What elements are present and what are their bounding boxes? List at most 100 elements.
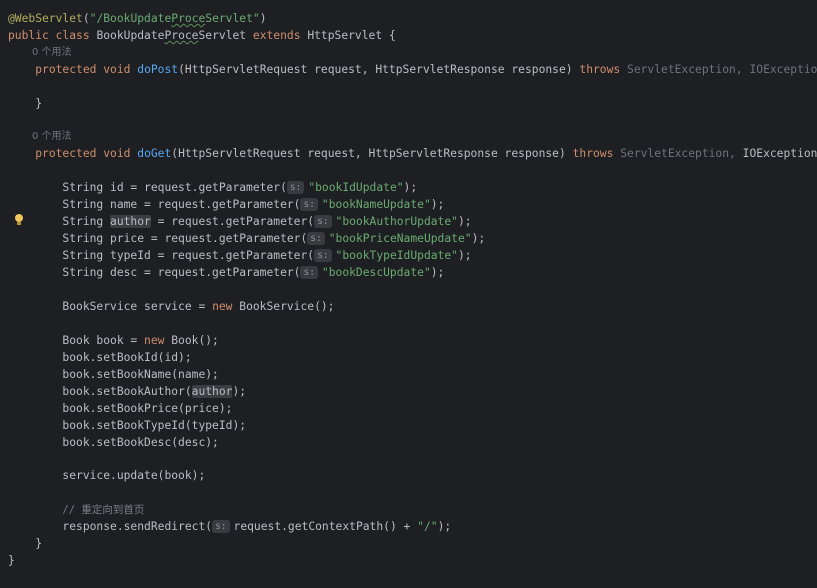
code-text: ); — [430, 266, 445, 279]
code-line-doget: protected void doGet(HttpServletRequest … — [8, 145, 817, 162]
code-line-set-price: book.setBookPrice(price); — [8, 400, 232, 417]
keyword-class: class — [55, 29, 90, 42]
keyword-throws: throws — [572, 147, 614, 160]
param-name-hint: s: — [314, 215, 332, 228]
code-line-set-typeid: book.setBookTypeId(typeId); — [8, 417, 246, 434]
method-params: (HttpServletRequest request, HttpServlet… — [171, 147, 566, 160]
code-text: service.update(book); — [62, 469, 206, 482]
code-line-param-author: String author = request.getParameter(s: "… — [8, 213, 472, 230]
method-name-dopost: doPost — [137, 63, 179, 76]
keyword-public: public — [8, 29, 49, 42]
code-text: book.setBookId(id); — [62, 351, 192, 364]
code-text: String price = request.getParameter( — [62, 232, 308, 245]
code-line-set-id: book.setBookId(id); — [8, 349, 192, 366]
code-text: = request.getParameter( — [150, 215, 315, 228]
code-line-param-price: String price = request.getParameter(s: "b… — [8, 230, 485, 247]
paren-token: ) — [259, 12, 267, 25]
code-text: book.setBookPrice(price); — [62, 402, 233, 415]
code-line-param-desc: String desc = request.getParameter(s: "bo… — [8, 264, 444, 281]
comment-token: // 重定向到首页 — [62, 504, 145, 516]
string-token: "bookDescUpdate" — [321, 266, 431, 279]
code-text: book.setBookAuthor( — [62, 385, 192, 398]
string-token: "/" — [417, 520, 438, 533]
typo-string-token: Proce — [171, 12, 206, 25]
code-line-class-close: } — [8, 552, 15, 569]
exception-type: ServletException — [620, 147, 730, 160]
code-line-param-typeid: String typeId = request.getParameter(s: "… — [8, 247, 472, 264]
code-text: BookService service = — [62, 300, 213, 313]
code-line-book-new: Book book = new Book(); — [8, 332, 219, 349]
usages-hint-dopost[interactable]: 0 个用法 — [32, 44, 72, 61]
string-token: "bookNameUpdate" — [321, 198, 431, 211]
comma-token: , — [735, 63, 743, 76]
string-token: "bookTypeIdUpdate" — [335, 249, 458, 262]
string-token: Servlet" — [205, 12, 260, 25]
code-text: ); — [471, 232, 486, 245]
method-name-doget: doGet — [137, 147, 172, 160]
code-text: String typeId = request.getParameter( — [62, 249, 315, 262]
code-text: ); — [457, 249, 472, 262]
code-line-service: BookService service = new BookService(); — [8, 298, 335, 315]
highlighted-variable-author: author — [110, 215, 151, 228]
code-line-set-name: book.setBookName(name); — [8, 366, 219, 383]
code-line-comment: // 重定向到首页 — [8, 501, 144, 518]
code-text: String name = request.getParameter( — [62, 198, 301, 211]
param-name-hint: s: — [286, 181, 305, 194]
class-name: BookUpdate — [96, 29, 165, 42]
string-token: "bookIdUpdate" — [308, 181, 404, 194]
code-line-method-close: } — [8, 535, 42, 552]
string-token: "bookAuthorUpdate" — [335, 215, 458, 228]
code-text: Book(); — [164, 334, 219, 347]
exception-type: ServletException — [627, 63, 736, 76]
keyword-protected: protected — [35, 147, 97, 160]
code-text: request.getContextPath() + — [233, 520, 418, 533]
code-text: ); — [437, 520, 452, 533]
code-text: book.setBookName(name); — [62, 368, 219, 381]
code-line-set-desc: book.setBookDesc(desc); — [8, 434, 218, 451]
keyword-new: new — [144, 334, 165, 347]
code-line-dopost-close: } — [8, 95, 42, 112]
method-params: (HttpServletRequest request, HttpServlet… — [178, 63, 573, 76]
code-text: BookService(); — [232, 300, 335, 313]
param-name-hint: s: — [307, 232, 325, 245]
code-text: ); — [232, 385, 247, 398]
code-line-update: service.update(book); — [8, 467, 205, 484]
keyword-void: void — [103, 147, 131, 160]
annotation-token: @WebServlet — [8, 12, 83, 25]
keyword-new: new — [212, 300, 233, 313]
string-token: "/BookUpdate — [89, 12, 172, 25]
highlighted-variable-author: author — [191, 385, 233, 398]
param-name-hint: s: — [300, 266, 318, 279]
param-name-hint: s: — [212, 520, 230, 533]
code-text: response.sendRedirect( — [62, 520, 213, 533]
usages-hint-doget[interactable]: 0 个用法 — [32, 128, 72, 145]
code-line-set-author: book.setBookAuthor(author); — [8, 383, 246, 400]
param-name-hint: s: — [314, 249, 332, 262]
class-name-typo: Proce — [164, 29, 199, 42]
code-line-annotation: @WebServlet("/BookUpdateProceServlet") — [8, 10, 267, 27]
code-text: book.setBookTypeId(typeId); — [62, 419, 247, 432]
class-name: Servlet — [198, 29, 247, 42]
comma-token: , — [729, 147, 736, 160]
exception-type: IOException — [742, 147, 817, 160]
keyword-throws: throws — [579, 63, 621, 76]
param-name-hint: s: — [300, 198, 318, 211]
code-text: ); — [457, 215, 472, 228]
keyword-protected: protected — [35, 63, 97, 76]
code-text: ); — [430, 198, 445, 211]
paren-token: ( — [82, 12, 90, 25]
exception-type: IOException — [749, 63, 817, 76]
keyword-void: void — [103, 63, 131, 76]
code-text: String — [62, 215, 111, 228]
keyword-extends: extends — [252, 29, 301, 42]
code-line-dopost: protected void doPost(HttpServletRequest… — [8, 61, 817, 78]
super-class: HttpServlet { — [307, 29, 396, 42]
brace-token: } — [8, 554, 15, 567]
code-text: String id = request.getParameter( — [62, 181, 287, 194]
code-line-param-id: String id = request.getParameter(s: "book… — [8, 179, 417, 196]
code-line-param-name: String name = request.getParameter(s: "bo… — [8, 196, 444, 213]
code-line-redirect: response.sendRedirect(s: request.getConte… — [8, 518, 451, 535]
code-line-class-declaration: public class BookUpdateProceServlet exte… — [8, 27, 396, 44]
code-editor[interactable]: @WebServlet("/BookUpdateProceServlet") p… — [0, 0, 817, 588]
code-text: Book book = — [62, 334, 145, 347]
